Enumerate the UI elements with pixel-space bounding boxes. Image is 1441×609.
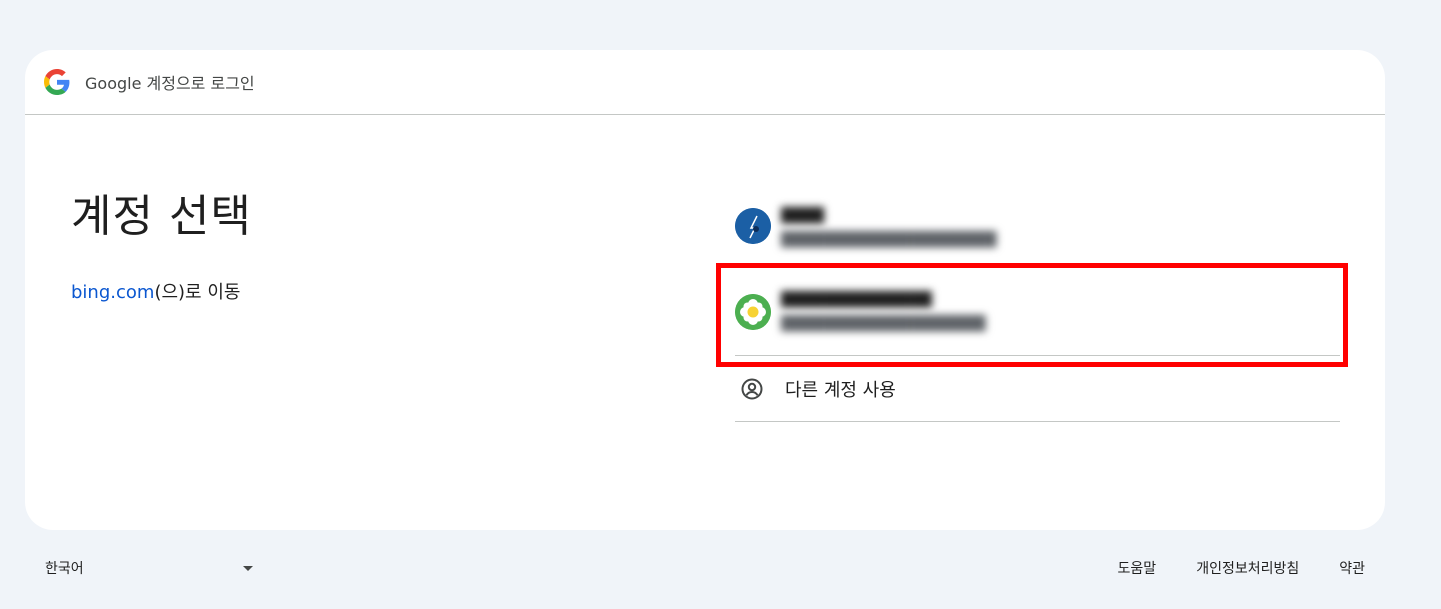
avatar-picture-icon <box>735 208 771 244</box>
left-panel: 계정 선택 bing.com(으)로 이동 <box>71 180 252 304</box>
avatar <box>735 293 771 330</box>
avatar <box>735 208 771 244</box>
caret-down-icon <box>243 565 253 571</box>
account-circle-icon <box>741 378 763 399</box>
sign-in-card: Google 계정으로 로그인 계정 선택 bing.com(으)로 이동 ██… <box>25 50 1385 530</box>
use-another-account-label: 다른 계정 사용 <box>785 379 896 401</box>
footer-links: 도움말 개인정보처리방침 약관 <box>1118 558 1365 578</box>
header-title: Google 계정으로 로그인 <box>85 74 255 93</box>
account-email: ███████████████████ <box>781 315 986 332</box>
card-header: Google 계정으로 로그인 <box>25 50 1385 115</box>
account-item-1[interactable]: ████ ████████████████████ <box>735 198 1340 268</box>
terms-link[interactable]: 약관 <box>1339 558 1365 578</box>
page-title: 계정 선택 <box>71 191 252 242</box>
account-item-2[interactable]: ██████████████ ███████████████████ <box>735 268 1340 356</box>
destination-text: bing.com(으)로 이동 <box>71 282 241 303</box>
help-link[interactable]: 도움말 <box>1118 558 1157 578</box>
account-name: ██████████████ <box>781 291 932 308</box>
privacy-link[interactable]: 개인정보처리방침 <box>1196 558 1299 578</box>
account-list: ████ ████████████████████ ██████████████… <box>735 198 1340 422</box>
flower-avatar-icon <box>735 293 771 330</box>
use-another-account-button[interactable]: 다른 계정 사용 <box>735 356 1340 422</box>
destination-link[interactable]: bing.com <box>71 282 154 303</box>
account-name: ████ <box>781 208 825 224</box>
account-email: ████████████████████ <box>781 232 997 248</box>
footer: 한국어 도움말 개인정보처리방침 약관 <box>45 558 1365 578</box>
language-selector[interactable]: 한국어 <box>45 558 253 578</box>
language-label: 한국어 <box>45 561 84 577</box>
google-logo-icon <box>44 69 70 95</box>
